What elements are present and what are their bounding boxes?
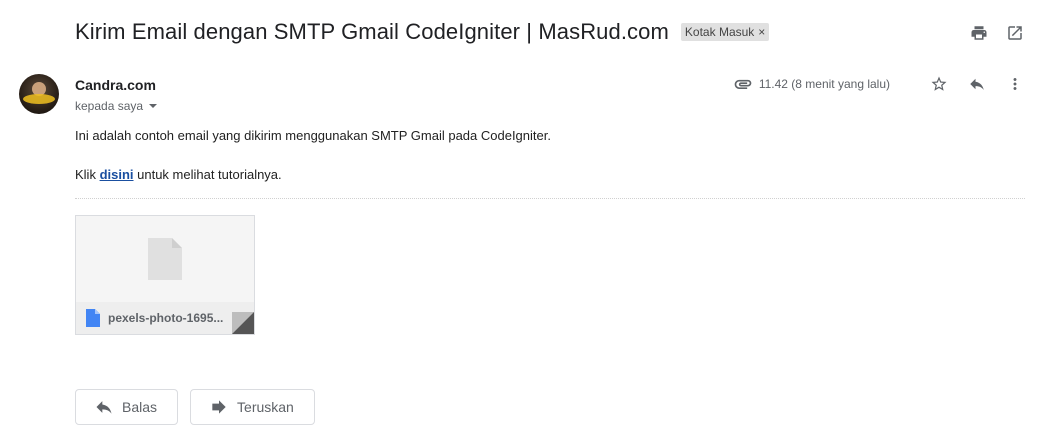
print-icon[interactable] [970, 24, 988, 42]
reply-icon[interactable] [968, 75, 986, 93]
recipient-text: kepada saya [75, 99, 144, 113]
document-placeholder-icon [148, 238, 182, 280]
body-line-1: Ini adalah contoh email yang dikirim men… [75, 128, 551, 143]
attachment-name: pexels-photo-1695... [108, 311, 224, 325]
tutorial-link[interactable]: disini [100, 167, 134, 182]
open-in-new-icon[interactable] [1006, 24, 1024, 42]
remove-label-icon[interactable]: × [758, 25, 765, 39]
attachment-card[interactable]: pexels-photo-1695... [75, 215, 255, 335]
forward-icon [209, 397, 229, 417]
more-vert-icon[interactable] [1006, 75, 1024, 93]
sender-avatar[interactable] [19, 74, 59, 114]
message-time: 11.42 (8 menit yang lalu) [758, 77, 890, 91]
attachment-divider [75, 198, 1025, 199]
attachment-preview [76, 216, 254, 302]
sender-name[interactable]: Candra.com [75, 77, 156, 93]
label-chip-text: Kotak Masuk [684, 25, 755, 39]
forward-button[interactable]: Teruskan [190, 389, 315, 425]
subject-row: Kirim Email dengan SMTP Gmail CodeIgnite… [75, 19, 770, 45]
paperclip-icon [733, 74, 753, 94]
body-line-2-suffix: untuk melihat tutorialnya. [133, 167, 282, 182]
thread-toolbar [970, 24, 1024, 42]
attachment-footer: pexels-photo-1695... [76, 302, 254, 334]
forward-button-label: Teruskan [237, 399, 294, 415]
reply-icon [94, 397, 114, 417]
reply-actions: Balas Teruskan [75, 389, 315, 425]
body-line-2: Klik disini untuk melihat tutorialnya. [75, 165, 551, 184]
avatar-accent [23, 94, 55, 104]
star-icon[interactable] [930, 75, 948, 93]
body-line-2-prefix: Klik [75, 167, 100, 182]
reply-button[interactable]: Balas [75, 389, 179, 425]
message-meta: 11.42 (8 menit yang lalu) [733, 74, 1024, 94]
chevron-down-icon[interactable] [149, 104, 158, 108]
file-icon [86, 309, 100, 327]
recipient-line: kepada saya [75, 99, 158, 113]
email-subject: Kirim Email dengan SMTP Gmail CodeIgnite… [75, 19, 669, 44]
label-chip-inbox[interactable]: Kotak Masuk × [680, 23, 770, 41]
attachment-fold-dark [232, 312, 254, 334]
reply-button-label: Balas [122, 399, 158, 415]
message-body: Ini adalah contoh email yang dikirim men… [75, 126, 551, 184]
